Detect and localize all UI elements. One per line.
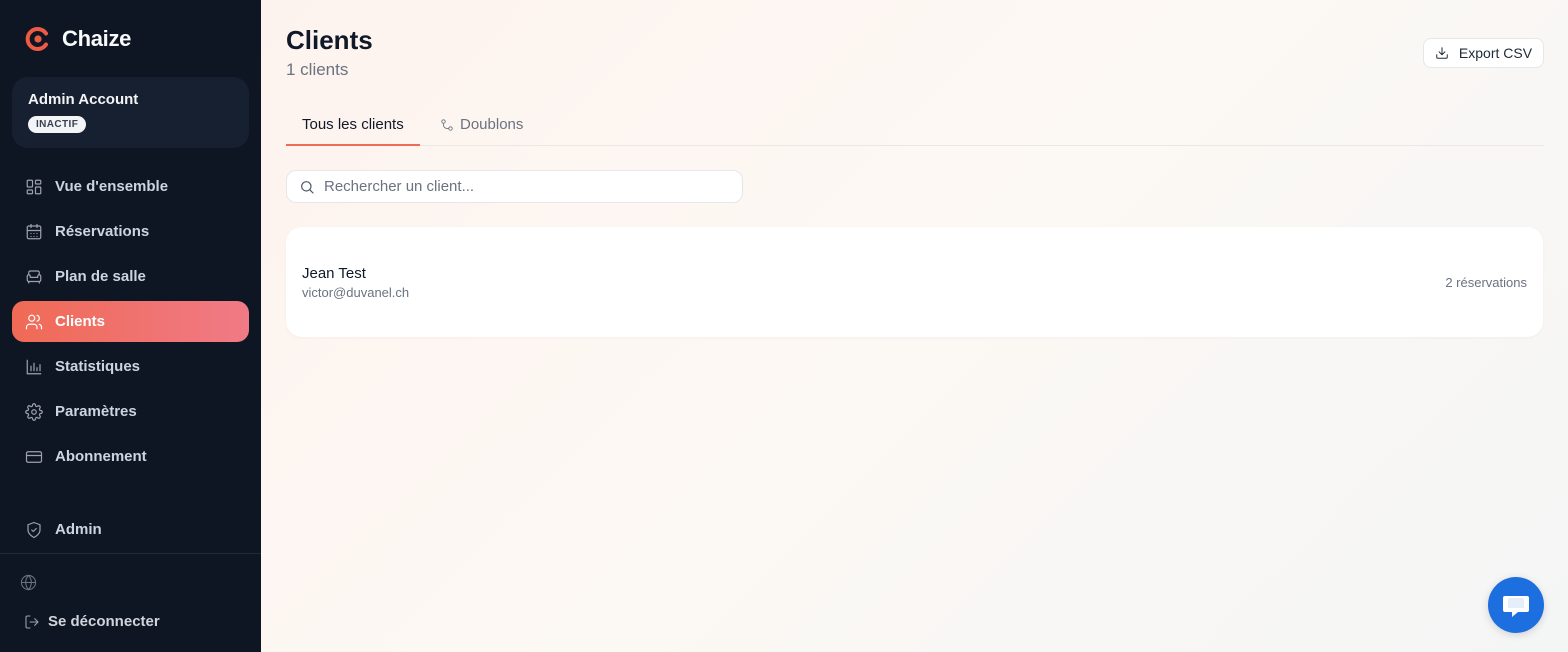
chaize-logo-icon [25,27,48,51]
client-row[interactable]: Jean Test victor@duvanel.ch 2 réservatio… [286,227,1543,337]
sidebar-item-label: Réservations [55,223,150,240]
client-name: Jean Test [302,265,366,282]
client-count: 1 clients [286,60,349,79]
brand-name: Chaize [62,26,132,51]
tab-duplicates[interactable]: Doublons [440,104,523,145]
sidebar-divider [0,553,261,554]
sidebar-item-label: Abonnement [55,448,147,465]
sidebar-item-label: Admin [55,521,102,538]
sidebar-item-reservations[interactable]: Réservations [12,211,249,252]
sidebar-item-label: Statistiques [55,358,141,375]
sidebar-item-statistics[interactable]: Statistiques [12,346,249,387]
sidebar-item-overview[interactable]: Vue d'ensemble [12,166,249,207]
export-csv-button[interactable]: Export CSV [1423,38,1544,68]
shield-check-icon [27,521,41,538]
tab-bar: Tous les clients Doublons [286,104,1544,146]
chat-support-button[interactable] [1488,577,1544,633]
bar-chart-icon [26,359,42,374]
sidebar-nav: Vue d'ensemble Réservations Plan de sall… [12,166,249,481]
calendar-icon [26,223,42,239]
sidebar-item-floor-plan[interactable]: Plan de salle [12,256,249,297]
status-badge: INACTIF [28,116,87,133]
tab-label: Tous les clients [302,115,404,133]
export-csv-label: Export CSV [1458,45,1533,61]
sidebar-item-clients[interactable]: Clients [12,301,249,342]
search-input[interactable] [324,178,724,195]
sidebar-item-subscription[interactable]: Abonnement [12,436,249,477]
language-switcher[interactable] [20,574,37,591]
search-box [286,170,743,203]
logout-label: Se déconnecter [48,613,160,630]
sidebar-item-label: Clients [55,313,106,330]
tab-all-clients[interactable]: Tous les clients [286,104,420,146]
download-icon [1436,47,1448,59]
tab-label: Doublons [460,116,524,133]
client-email: victor@duvanel.ch [302,285,410,300]
credit-card-icon [25,450,43,463]
sidebar-item-label: Plan de salle [55,268,146,285]
account-name: Admin Account [28,91,139,108]
armchair-icon [26,269,42,284]
sidebar-item-label: Vue d'ensemble [55,178,169,195]
client-reservation-count: 2 réservations [1445,275,1527,290]
logout-icon [25,614,39,629]
gear-icon [25,402,43,421]
chat-bubble-icon [1503,596,1529,617]
search-icon [301,180,314,194]
sidebar-item-admin[interactable]: Admin [12,509,249,550]
admin-section: Admin [12,509,249,554]
logout-button[interactable]: Se déconnecter [24,613,160,630]
users-icon [25,314,43,329]
sidebar-item-label: Paramètres [55,403,137,420]
globe-icon [20,574,37,591]
page-title: Clients [286,25,373,55]
dashboard-icon [26,179,42,194]
sidebar: Chaize Admin Account INACTIF Vue d'ensem… [0,0,261,652]
account-card[interactable]: Admin Account INACTIF [12,77,249,148]
main-content: Clients 1 clients Export CSV Tous les cl… [261,0,1568,652]
brand[interactable]: Chaize [24,24,131,54]
sidebar-item-settings[interactable]: Paramètres [12,391,249,432]
merge-icon [441,118,453,131]
